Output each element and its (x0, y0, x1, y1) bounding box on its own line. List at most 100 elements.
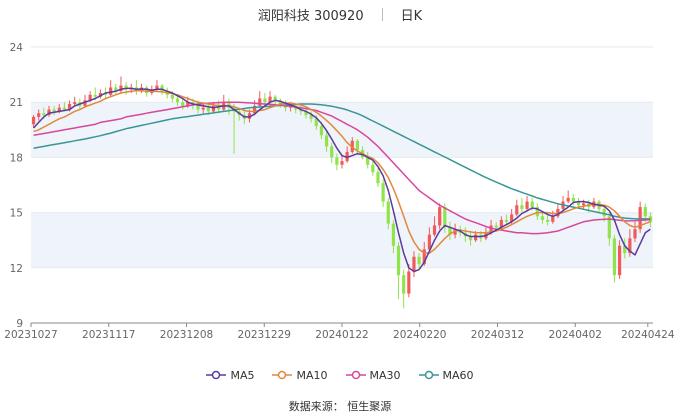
candle-body (396, 245, 401, 276)
candle (638, 201, 642, 233)
candle-body (62, 107, 67, 110)
candle-body (551, 216, 555, 222)
y-tick-label: 15 (10, 208, 23, 220)
candle-body (402, 275, 406, 294)
candle (612, 234, 617, 283)
candle (525, 196, 529, 211)
candle-body (175, 98, 180, 103)
candle-body (52, 109, 56, 112)
candle-body (407, 271, 411, 294)
candle-body (617, 245, 622, 276)
x-tick-label: 20231117 (82, 329, 135, 341)
legend-item-ma60[interactable]: MA60 (418, 369, 474, 382)
candle-body (206, 107, 210, 112)
candle-body (386, 201, 390, 224)
candle-body (371, 164, 375, 173)
candle (396, 242, 401, 300)
candlestick-chart: 91215182124 20231027 20231117 20231208 2023… (4, 42, 675, 341)
candle-body (73, 102, 77, 105)
x-tick-label: 20231229 (238, 329, 291, 341)
candle-body (520, 205, 524, 209)
candle-body (571, 197, 575, 202)
candle-body (633, 229, 637, 239)
candle-body (355, 140, 360, 151)
candle (376, 168, 380, 187)
x-tick-label: 20240402 (549, 329, 602, 341)
candle (556, 203, 560, 219)
candle (617, 240, 622, 279)
candle-body (525, 201, 529, 209)
y-axis-ticks: 91215182124 (10, 42, 24, 330)
x-tick-label: 20231027 (4, 329, 57, 341)
x-tick-label: 20240220 (393, 329, 446, 341)
chart-legend: MA5 MA10 MA30 MA60 (0, 366, 680, 384)
x-axis: 20231027 20231117 20231208 20231229 20240122… (4, 322, 675, 341)
candle-body (546, 219, 550, 222)
candle (109, 80, 113, 97)
candle-body (417, 256, 421, 265)
data-source: 数据来源： 恒生聚源 (288, 400, 392, 413)
candle-body (530, 201, 534, 208)
y-tick-label: 24 (10, 42, 24, 54)
candle (515, 199, 519, 217)
legend-marker-ma60 (418, 370, 439, 380)
candle (381, 179, 385, 208)
candle-body (643, 207, 647, 217)
legend-label-ma10: MA10 (296, 368, 328, 382)
candle (134, 80, 138, 95)
candle-body (340, 161, 344, 165)
candle (402, 269, 406, 309)
candle-body (494, 225, 498, 228)
candle-body (443, 207, 447, 228)
legend-item-ma5[interactable]: MA5 (206, 369, 254, 382)
y-tick-label: 21 (10, 97, 23, 109)
background-bands (31, 102, 653, 268)
background-band (31, 212, 653, 268)
x-tick-label: 20240122 (315, 329, 368, 341)
candle-body (412, 256, 416, 272)
candle-body (324, 135, 329, 147)
candle-body (181, 102, 185, 106)
candle (222, 94, 226, 112)
candle (114, 83, 118, 95)
candle (371, 161, 375, 176)
candle-body (263, 98, 267, 103)
legend-marker-ma5 (206, 370, 227, 380)
legend-label-ma5: MA5 (230, 368, 255, 382)
x-tick-label: 20240424 (621, 329, 675, 341)
candle-body (602, 208, 606, 217)
candle-body (540, 216, 545, 220)
candle (566, 190, 570, 204)
candle-body (515, 205, 519, 215)
candle-body (330, 146, 334, 158)
candle-body (335, 157, 339, 165)
candle-body (391, 223, 395, 246)
candle-body (381, 183, 385, 202)
candle-body (504, 219, 509, 222)
candle (438, 203, 442, 230)
candle (561, 196, 565, 211)
legend-marker-ma10 (272, 370, 293, 380)
legend-item-ma30[interactable]: MA30 (345, 368, 401, 382)
legend-label-ma30: MA30 (369, 368, 401, 382)
candle-body (170, 94, 174, 99)
y-tick-label: 12 (10, 263, 23, 275)
candle-body (566, 197, 570, 202)
legend-marker-ma30 (345, 370, 366, 380)
candle-body (93, 94, 97, 97)
candle-body (438, 207, 442, 226)
candle-body (319, 126, 324, 136)
candle-body (474, 234, 478, 241)
candle-body (582, 203, 586, 206)
x-tick-label: 20240312 (471, 329, 524, 341)
legend-item-ma10[interactable]: MA10 (272, 368, 328, 382)
candle-body (376, 172, 380, 184)
candle-body (37, 113, 41, 117)
candle-body (432, 225, 437, 235)
candle-body (612, 238, 617, 276)
candle (258, 91, 262, 108)
candle-body (258, 98, 262, 106)
candle (520, 197, 524, 213)
candle-body (201, 107, 205, 110)
candle-body (42, 113, 46, 116)
